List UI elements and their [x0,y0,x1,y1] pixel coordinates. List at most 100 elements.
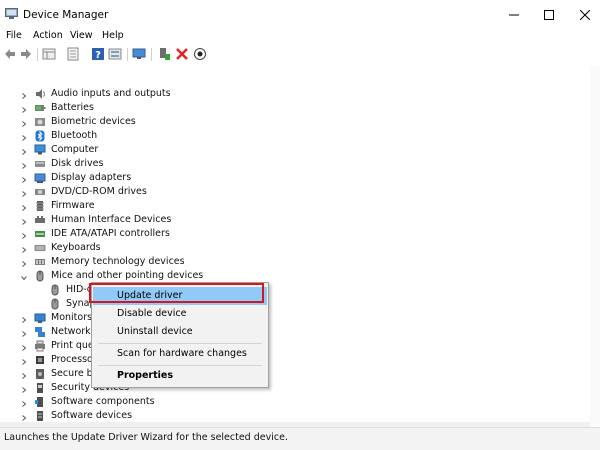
properties-menu-item[interactable]: Properties [93,367,267,385]
tree-category-item[interactable]: Audio inputs and outputs [0,87,590,101]
tree-category-item[interactable]: Secure bio [0,367,590,381]
mouse-icon [49,298,61,310]
disable-device-menu-item[interactable]: Disable device [93,305,267,323]
scan-hardware-icon[interactable] [132,47,147,61]
display-icon [34,172,46,184]
tree-item-label: Firmware [51,200,95,211]
chevron-right-icon[interactable] [21,343,27,351]
menu-item-label: Properties [117,370,173,381]
tree-item-label: Keyboards [51,242,101,253]
update-driver-icon[interactable] [157,47,172,61]
highlight-annotation-box [89,283,264,303]
chevron-right-icon[interactable] [21,203,27,211]
tree-category-item[interactable]: Batteries [0,101,590,115]
chevron-right-icon[interactable] [21,133,27,141]
tree-category-item[interactable]: Print queu [0,339,590,353]
dvd-icon [34,186,46,198]
bluetooth-icon [34,130,46,142]
tree-category-item[interactable]: Mice and other pointing devices [0,269,590,283]
tree-category-item[interactable]: Display adapters [0,171,590,185]
tree-category-item[interactable]: Processor [0,353,590,367]
tree-item-label: Bluetooth [51,130,98,141]
tree-category-item[interactable]: Keyboards [0,241,590,255]
tree-category-item[interactable]: Software components [0,395,590,409]
chevron-right-icon[interactable] [21,175,27,183]
software-icon [34,410,46,422]
chevron-right-icon[interactable] [21,119,27,127]
device-manager-icon [5,8,18,19]
back-icon[interactable] [3,47,18,61]
printer-icon [34,340,46,352]
tree-category-item[interactable]: Software devices [0,409,590,423]
help-icon[interactable]: ? [91,47,106,61]
toolbar-separator [37,48,38,61]
tree-category-item[interactable]: Biometric devices [0,115,590,129]
hid-icon [34,214,46,226]
biometric-icon [34,116,46,128]
tree-category-item[interactable]: Memory technology devices [0,255,590,269]
chevron-right-icon[interactable] [21,413,27,421]
chevron-right-icon[interactable] [21,385,27,393]
menu-help[interactable]: Help [102,30,124,41]
monitor-icon [34,312,46,324]
svg-text:?: ? [95,50,101,61]
show-hide-icon[interactable] [42,47,57,61]
tree-item-label: Memory technology devices [51,256,185,267]
menu-item-label: Uninstall device [117,326,193,337]
chevron-right-icon[interactable] [21,329,27,337]
chevron-right-icon[interactable] [21,161,27,169]
tree-category-item[interactable]: Security devices [0,381,590,395]
tree-item-label: Software devices [51,410,133,421]
chevron-right-icon[interactable] [21,357,27,365]
mouse-icon [49,284,61,296]
menu-file[interactable]: File [6,30,22,41]
chevron-right-icon[interactable] [21,259,27,267]
minimize-button[interactable] [495,0,533,30]
network-icon [34,326,46,338]
toolbar: ? [0,44,600,67]
chevron-right-icon[interactable] [21,91,27,99]
component-icon [34,396,46,408]
chevron-right-icon[interactable] [21,147,27,155]
uninstall-icon[interactable] [175,47,190,61]
chevron-right-icon[interactable] [21,371,27,379]
status-text: Launches the Update Driver Wizard for th… [4,432,288,443]
chevron-right-icon[interactable] [21,245,27,253]
tree-category-item[interactable]: Computer [0,143,590,157]
properties-icon[interactable] [66,47,81,61]
ide-icon [34,228,46,240]
disable-icon[interactable] [193,47,208,61]
uninstall-device-menu-item[interactable]: Uninstall device [93,323,267,341]
tree-item-label: Processor [51,354,97,365]
menu-action[interactable]: Action [33,30,63,41]
maximize-button[interactable] [530,0,568,30]
menu-view[interactable]: View [70,30,93,41]
tree-category-item[interactable]: Disk drives [0,157,590,171]
chevron-right-icon[interactable] [21,315,27,323]
menu-separator [98,365,262,366]
menu-bar: File Action View Help [0,30,600,44]
chevron-right-icon[interactable] [21,217,27,225]
chevron-right-icon[interactable] [21,399,27,407]
battery-icon [34,102,46,114]
tree-category-item[interactable]: Firmware [0,199,590,213]
chevron-right-icon[interactable] [21,105,27,113]
action-view-icon[interactable] [108,47,123,61]
tree-category-item[interactable]: Human Interface Devices [0,213,590,227]
tree-item-label: IDE ATA/ATAPI controllers [51,228,170,239]
tree-item-label: Batteries [51,102,94,113]
tree-item-label: Monitors [51,312,93,323]
chevron-right-icon[interactable] [21,231,27,239]
tree-category-item[interactable]: DVD/CD-ROM drives [0,185,590,199]
tree-category-item[interactable]: Monitors [0,311,590,325]
chevron-right-icon[interactable] [21,189,27,197]
scan-hardware-menu-item[interactable]: Scan for hardware changes [93,345,267,363]
tree-category-item[interactable]: Bluetooth [0,129,590,143]
forward-icon[interactable] [19,47,34,61]
tree-category-item[interactable]: Network a [0,325,590,339]
tree-category-item[interactable]: IDE ATA/ATAPI controllers [0,227,590,241]
window-title: Device Manager [23,9,109,21]
vertical-scrollbar[interactable] [590,66,600,426]
close-button[interactable] [566,0,600,30]
chevron-down-icon[interactable] [21,273,27,281]
